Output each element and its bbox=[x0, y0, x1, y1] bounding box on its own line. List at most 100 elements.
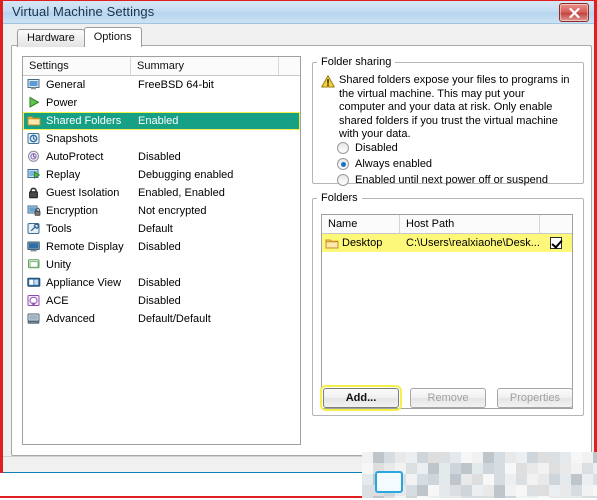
censor-pixel bbox=[560, 485, 571, 496]
title-bar: Virtual Machine Settings bbox=[3, 1, 594, 24]
settings-row-ace[interactable]: ACE Disabled bbox=[23, 292, 300, 310]
censor-pixel bbox=[472, 463, 483, 474]
settings-row-snapshots[interactable]: Snapshots bbox=[23, 130, 300, 148]
monitor-icon bbox=[27, 78, 43, 92]
settings-row-label: Appliance View bbox=[46, 277, 122, 289]
folder-sharing-warning: Shared folders expose your files to prog… bbox=[321, 74, 573, 142]
folder-enabled-checkbox[interactable] bbox=[550, 237, 562, 249]
censor-pixel bbox=[593, 474, 597, 485]
censor-pixel bbox=[593, 496, 597, 498]
censor-pixel bbox=[494, 485, 505, 496]
censor-pixel bbox=[483, 485, 494, 496]
settings-row-label: General bbox=[46, 79, 86, 91]
options-right-column: Folder sharing Shared folders expose you… bbox=[312, 56, 584, 445]
radio-enabled-until-power-off-indicator bbox=[337, 174, 349, 186]
censor-pixel bbox=[538, 474, 549, 485]
folder-icon bbox=[27, 116, 41, 126]
censor-pixel bbox=[472, 474, 483, 485]
censor-pixel bbox=[516, 463, 527, 474]
censor-pixel bbox=[571, 474, 582, 485]
censor-pixel bbox=[417, 463, 428, 474]
close-glyph bbox=[568, 7, 580, 18]
settings-row-label: AutoProtect bbox=[46, 151, 104, 163]
settings-list[interactable]: General FreeBSD 64-bit Power Shared Folders… bbox=[23, 76, 300, 445]
censor-pixel bbox=[560, 496, 571, 498]
censor-pixel bbox=[527, 452, 538, 463]
settings-row-appliance-view[interactable]: Appliance View Disabled bbox=[23, 274, 300, 292]
censor-pixel bbox=[538, 485, 549, 496]
censor-pixel bbox=[538, 496, 549, 498]
folder-sharing-group: Folder sharing Shared folders expose you… bbox=[312, 56, 584, 186]
settings-row-summary: FreeBSD 64-bit bbox=[138, 79, 214, 91]
settings-row-shared-folders[interactable]: Shared Folders Enabled bbox=[23, 112, 300, 130]
folders-table-body: Desktop C:\Users\realxiaohe\Desk... bbox=[322, 234, 572, 252]
power-play-icon bbox=[27, 96, 43, 110]
folders-table[interactable]: Name Host Path Desktop C:\Users\realxiaoh… bbox=[321, 214, 573, 409]
censor-pixel bbox=[362, 452, 373, 463]
settings-row-power[interactable]: Power bbox=[23, 94, 300, 112]
censor-pixel bbox=[417, 452, 428, 463]
radio-disabled-indicator bbox=[337, 142, 349, 154]
add-button[interactable]: Add... bbox=[320, 385, 402, 411]
censor-pixel bbox=[571, 463, 582, 474]
settings-row-guest-isolation[interactable]: Guest Isolation Enabled, Enabled bbox=[23, 184, 300, 202]
settings-row-advanced[interactable]: Advanced Default/Default bbox=[23, 310, 300, 328]
lock-icon bbox=[27, 186, 43, 200]
radio-enabled-until-power-off[interactable]: Enabled until next power off or suspend bbox=[337, 174, 548, 186]
censor-pixel bbox=[439, 485, 450, 496]
replay-icon bbox=[27, 168, 43, 182]
power-play-icon bbox=[29, 96, 40, 108]
folders-table-row[interactable]: Desktop C:\Users\realxiaohe\Desk... bbox=[322, 234, 572, 252]
settings-row-replay[interactable]: Replay Debugging enabled bbox=[23, 166, 300, 184]
folders-button-row: Add... Remove Properties bbox=[320, 385, 573, 411]
settings-row-summary: Disabled bbox=[138, 295, 181, 307]
remote-display-icon bbox=[27, 240, 43, 254]
folder-sharing-warning-text: Shared folders expose your files to prog… bbox=[339, 74, 570, 141]
settings-row-tools[interactable]: Tools Default bbox=[23, 220, 300, 238]
censor-pixel bbox=[472, 496, 483, 498]
settings-row-summary: Not encrypted bbox=[138, 205, 207, 217]
censor-pixel bbox=[516, 496, 527, 498]
censor-pixel bbox=[549, 485, 560, 496]
censor-pixel bbox=[582, 485, 593, 496]
censor-pixel bbox=[439, 496, 450, 498]
censor-pixel bbox=[439, 463, 450, 474]
folders-table-header: Name Host Path bbox=[322, 215, 572, 234]
close-icon[interactable] bbox=[559, 3, 589, 22]
remove-button: Remove bbox=[410, 388, 486, 408]
settings-row-remote-display[interactable]: Remote Display Disabled bbox=[23, 238, 300, 256]
unity-icon bbox=[27, 258, 43, 272]
encryption-icon bbox=[27, 205, 41, 216]
tab-options[interactable]: Options bbox=[83, 27, 142, 47]
settings-row-unity[interactable]: Unity bbox=[23, 256, 300, 274]
censor-pixel bbox=[439, 474, 450, 485]
censor-pixel bbox=[472, 452, 483, 463]
ace-icon bbox=[27, 295, 40, 306]
settings-content-panel: Settings Summary General FreeBSD 64-bit Po… bbox=[11, 45, 592, 456]
censor-pixel bbox=[560, 463, 571, 474]
advanced-icon bbox=[27, 312, 43, 326]
radio-disabled[interactable]: Disabled bbox=[337, 142, 398, 154]
autoprotect-icon bbox=[27, 150, 43, 164]
censor-pixel bbox=[406, 474, 417, 485]
settings-row-encryption[interactable]: Encryption Not encrypted bbox=[23, 202, 300, 220]
censor-pixel bbox=[494, 496, 505, 498]
censor-pixel bbox=[395, 452, 406, 463]
settings-row-summary: Default/Default bbox=[138, 313, 211, 325]
folders-group: Folders Name Host Path Desktop C:\Users\r… bbox=[312, 192, 584, 416]
censor-pixel bbox=[450, 474, 461, 485]
tools-icon bbox=[27, 223, 40, 234]
tab-hardware[interactable]: Hardware bbox=[17, 29, 85, 47]
properties-button: Properties bbox=[497, 388, 573, 408]
censor-pixel bbox=[505, 474, 516, 485]
autoprotect-icon bbox=[28, 150, 39, 162]
settings-row-autoprotect[interactable]: AutoProtect Disabled bbox=[23, 148, 300, 166]
settings-row-general[interactable]: General FreeBSD 64-bit bbox=[23, 76, 300, 94]
radio-always-enabled[interactable]: Always enabled bbox=[337, 158, 432, 170]
warning-triangle-icon bbox=[321, 74, 339, 142]
censor-pixel bbox=[395, 496, 406, 498]
ace-icon bbox=[27, 294, 43, 308]
settings-row-label: Tools bbox=[46, 223, 72, 235]
censor-pixel bbox=[549, 474, 560, 485]
folder-name-cell: Desktop bbox=[322, 237, 400, 250]
